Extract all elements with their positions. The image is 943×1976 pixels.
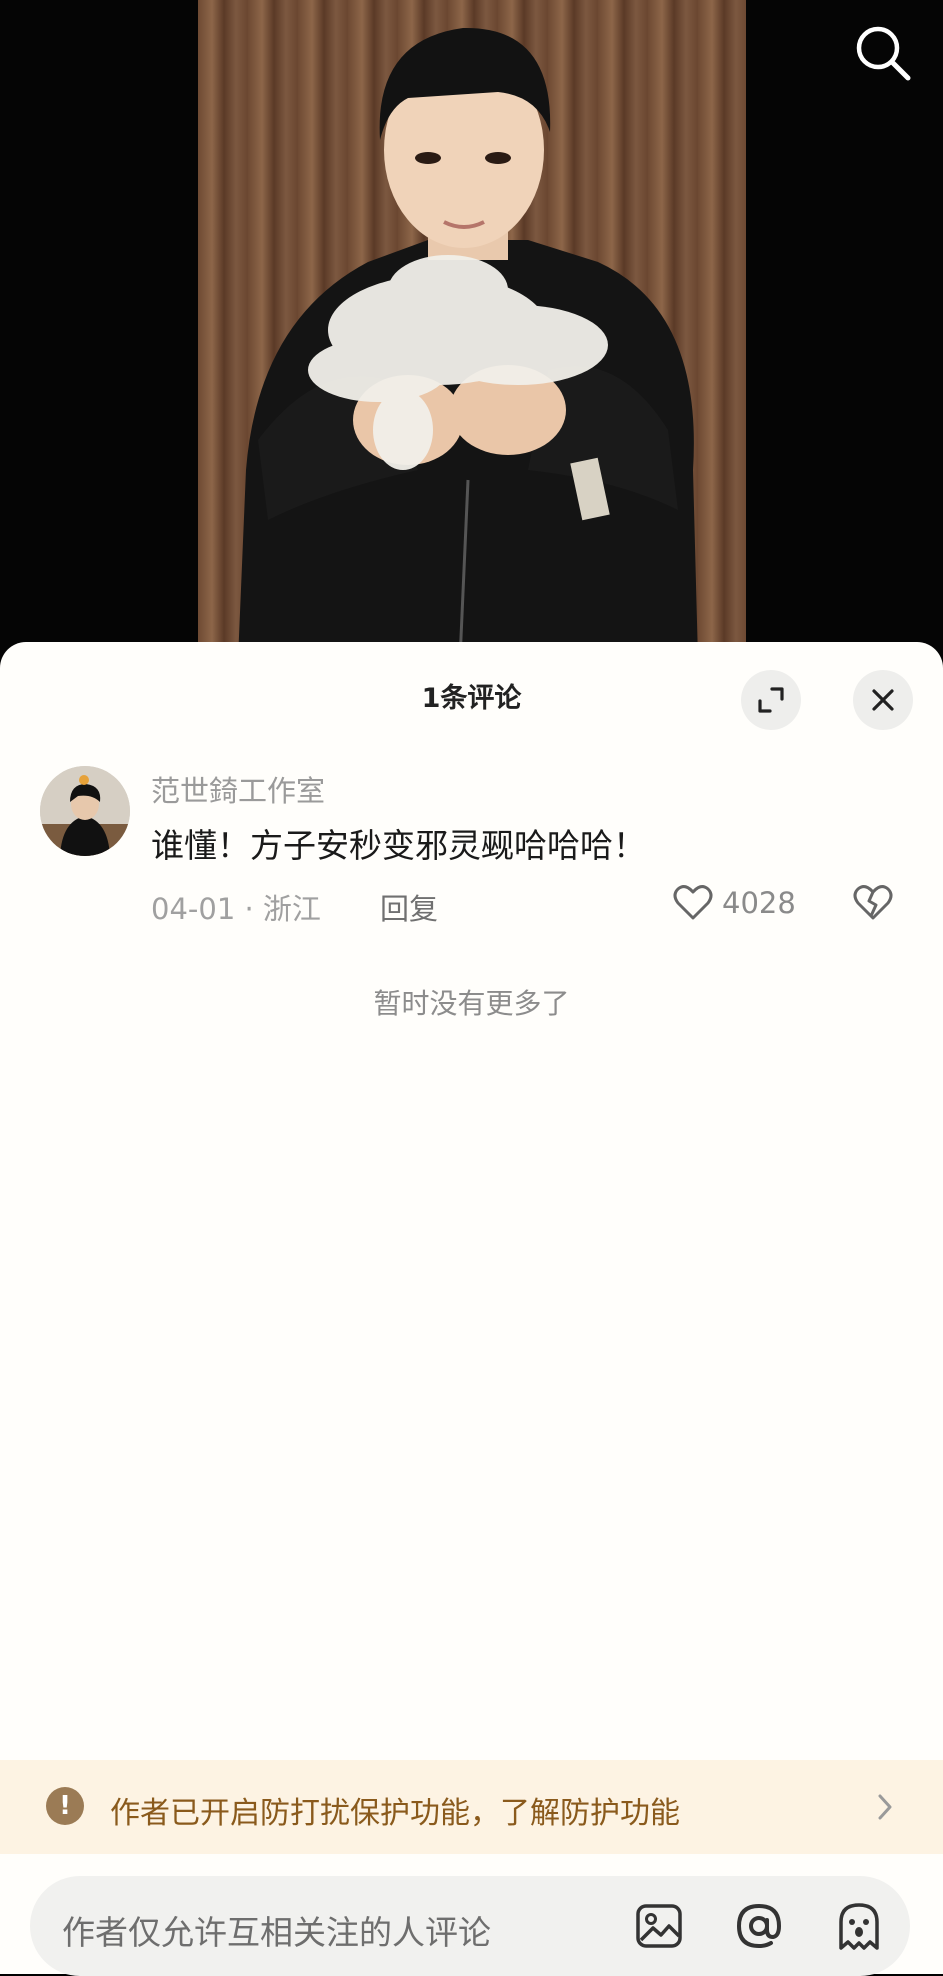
- reply-button[interactable]: 回复: [380, 886, 438, 928]
- broken-heart-icon[interactable]: [852, 882, 894, 924]
- expand-icon: [758, 687, 784, 713]
- comment-author[interactable]: 范世錡工作室: [151, 768, 325, 810]
- search-button[interactable]: [850, 20, 916, 86]
- video-frame: [198, 0, 746, 660]
- no-more-text: 暂时没有更多了: [373, 987, 570, 1020]
- heart-icon[interactable]: [672, 882, 714, 924]
- image-icon[interactable]: [633, 1900, 685, 1952]
- comment-text: 谁懂！方子安秒变邪灵觋哈哈哈！: [151, 826, 646, 865]
- avatar-image: [40, 766, 130, 856]
- warning-icon: !: [46, 1787, 84, 1825]
- video-still-image: [238, 27, 698, 660]
- comment-date-location: 04-01 · 浙江: [151, 892, 321, 926]
- protection-banner[interactable]: ! 作者已开启防打扰保护功能，了解防护功能: [0, 1760, 943, 1854]
- search-icon: [856, 26, 911, 81]
- expand-button[interactable]: [741, 670, 801, 730]
- video-player[interactable]: [0, 0, 943, 660]
- close-button[interactable]: [853, 670, 913, 730]
- avatar[interactable]: [40, 766, 130, 856]
- chevron-right-icon: [878, 1794, 892, 1820]
- comment-input-placeholder: 作者仅允许互相关注的人评论: [62, 1913, 491, 1952]
- comments-title: 1条评论: [421, 683, 522, 714]
- protection-banner-text: 作者已开启防打扰保护功能，了解防护功能: [110, 1796, 680, 1831]
- close-icon: [872, 689, 894, 711]
- at-icon[interactable]: [733, 1900, 785, 1952]
- emoji-icon[interactable]: [833, 1900, 885, 1952]
- comment-input-bar: 作者仅允许互相关注的人评论: [0, 1854, 943, 1976]
- comment-input[interactable]: 作者仅允许互相关注的人评论: [30, 1876, 910, 1976]
- like-count: 4028: [722, 886, 796, 920]
